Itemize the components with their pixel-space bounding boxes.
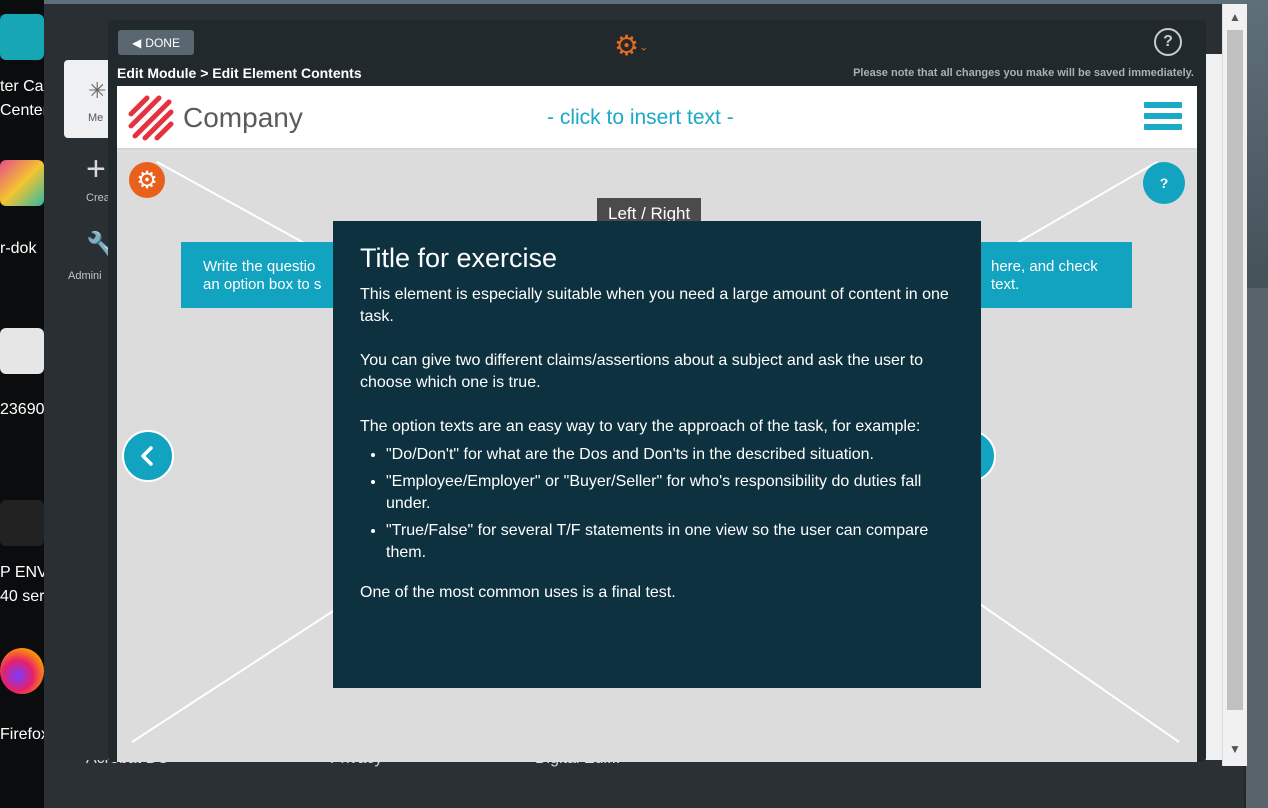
previous-button[interactable]: [122, 430, 174, 482]
scroll-up-arrow-icon[interactable]: ▲: [1229, 10, 1241, 24]
background-scrollbar[interactable]: ▲ ▼: [1222, 4, 1247, 766]
insert-text-placeholder[interactable]: - click to insert text -: [547, 106, 734, 130]
desktop-quiz-icon[interactable]: [0, 160, 44, 206]
element-help-button[interactable]: ?: [1143, 162, 1185, 204]
page-header: Company - click to insert text -: [117, 86, 1197, 148]
desktop-label: Firefox: [0, 726, 49, 743]
settings-menu[interactable]: ⚙⌄: [614, 32, 648, 62]
element-settings-button[interactable]: ⚙: [129, 162, 165, 198]
question-icon: ?: [1163, 33, 1173, 50]
sidebar-item-label: Me: [88, 112, 104, 124]
sidebar-item-label: Crea: [86, 192, 110, 204]
gear-icon: ⚙: [614, 30, 640, 61]
gear-icon: ⚙: [136, 166, 158, 194]
edit-element-modal: ◀ DONE ⚙⌄ ? Edit Module > Edit Element C…: [108, 20, 1206, 762]
chevron-down-icon: ⌄: [639, 41, 649, 54]
scroll-down-arrow-icon[interactable]: ▼: [1229, 742, 1241, 756]
popup-paragraph: One of the most common uses is a final t…: [360, 584, 676, 601]
popup-bullet: "Do/Don't" for what are the Dos and Don'…: [386, 444, 954, 466]
help-button[interactable]: ?: [1154, 28, 1182, 56]
desktop-label: ter Car: [0, 78, 49, 95]
popup-bullet: "True/False" for several T/F statements …: [386, 520, 954, 564]
option-text: text.: [991, 276, 1020, 293]
popup-paragraph: The option texts are an easy way to vary…: [360, 418, 921, 435]
desktop-app-icon[interactable]: [0, 14, 44, 60]
sparkle-icon: ✳: [88, 78, 107, 103]
chevron-left-icon: [141, 446, 153, 466]
desktop-label: Center: [0, 102, 49, 119]
company-logo-text: Company: [183, 102, 303, 133]
done-button-label: DONE: [145, 35, 180, 50]
popup-paragraph: This element is especially suitable when…: [360, 286, 949, 325]
scrollbar-thumb[interactable]: [1227, 30, 1243, 710]
autosave-notice: Please note that all changes you make wi…: [853, 67, 1194, 79]
breadcrumb: Edit Module > Edit Element Contents: [117, 65, 362, 81]
sidebar-item-label: Admini: [68, 270, 102, 282]
option-text: here, and check: [991, 258, 1098, 275]
instructions-popup: Title for exercise This element is espec…: [333, 221, 981, 688]
desktop-disc-icon[interactable]: [0, 328, 44, 374]
firefox-icon[interactable]: [0, 648, 44, 694]
back-arrow-icon: ◀: [132, 35, 142, 50]
popup-title: Title for exercise: [360, 243, 558, 273]
desktop-label: r-dok: [0, 240, 37, 257]
hamburger-menu-icon[interactable]: [1144, 102, 1182, 134]
exercise-stage: ⚙ ? Left / Right Write the questio an op…: [117, 152, 1197, 762]
wallpaper-city: [44, 758, 1244, 808]
desktop-label: P ENV: [0, 564, 48, 581]
wallpaper-building: [1246, 288, 1268, 808]
company-logo-icon: [128, 95, 174, 141]
right-option-box[interactable]: here, and check text.: [957, 242, 1132, 308]
desktop-printer-icon[interactable]: [0, 500, 44, 546]
desktop-label: 40 seri: [0, 588, 49, 605]
popup-bullet-list: "Do/Don't" for what are the Dos and Don'…: [360, 444, 954, 564]
done-button[interactable]: ◀ DONE: [118, 30, 194, 55]
desktop-label: 23690: [0, 401, 45, 418]
popup-paragraph: You can give two different claims/assert…: [360, 352, 923, 391]
question-icon: ?: [1159, 175, 1169, 191]
popup-bullet: "Employee/Employer" or "Buyer/Seller" fo…: [386, 471, 954, 515]
plus-icon: +: [86, 150, 106, 188]
element-preview: Company - click to insert text - ⚙ ? Lef…: [117, 86, 1197, 762]
